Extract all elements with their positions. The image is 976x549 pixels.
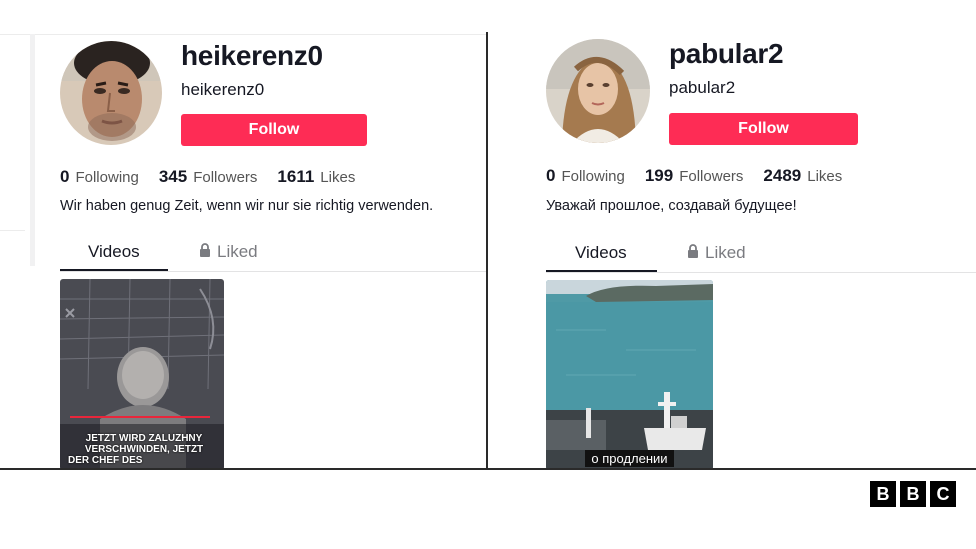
following-label[interactable]: Following — [75, 169, 138, 186]
profile-handle: heikerenz0 — [181, 80, 265, 99]
following-count: 0 — [546, 166, 556, 185]
likes-count: 1611 — [277, 167, 315, 186]
profile-bio: Wir haben genug Zeit, wenn wir nur sie r… — [60, 198, 434, 214]
followers-label[interactable]: Followers — [679, 168, 743, 185]
profile-username: pabular2 — [669, 38, 784, 69]
profile-panel-pabular2: pabular2 pabular2 Follow 0 Following 199… — [489, 0, 976, 470]
profile-stats: 0 Following 199 Followers 2489 Likes — [546, 166, 862, 186]
tab-liked[interactable]: Liked — [687, 243, 746, 263]
following-label[interactable]: Following — [561, 168, 624, 185]
lock-icon — [687, 243, 699, 263]
logo-letter: C — [930, 481, 956, 507]
video-thumbnail[interactable]: JETZT WIRD ZALUZHNY VERSCHWINDEN, JETZT … — [60, 279, 224, 470]
tab-liked-label: Liked — [217, 242, 258, 261]
avatar[interactable] — [60, 41, 162, 145]
followers-count: 199 — [644, 166, 674, 185]
video-thumbnail[interactable]: о продлении — [546, 280, 713, 470]
likes-count: 2489 — [763, 166, 802, 185]
follow-button[interactable]: Follow — [181, 114, 367, 146]
tabs-divider — [546, 272, 976, 273]
tab-liked[interactable]: Liked — [199, 242, 258, 262]
bottom-divider — [0, 468, 976, 470]
avatar[interactable] — [546, 39, 650, 143]
caption-line: VERSCHWINDEN, JETZT — [84, 444, 204, 455]
caption-line: DER CHEF DES — [68, 455, 143, 466]
logo-letter: B — [870, 481, 896, 507]
profile-panel-heikerenz0: heikerenz0 heikerenz0 Follow 0 Following… — [0, 0, 487, 470]
video-caption: JETZT WIRD ZALUZHNY VERSCHWINDEN, JETZT … — [68, 433, 220, 466]
profile-stats: 0 Following 345 Followers 1611 Likes — [60, 167, 375, 187]
tabs-divider — [60, 271, 487, 272]
followers-count: 345 — [158, 167, 188, 186]
likes-label: Likes — [807, 168, 843, 185]
caption-text: о продлении — [585, 450, 674, 467]
lock-icon — [199, 242, 211, 262]
logo-letter: B — [900, 481, 926, 507]
likes-label: Likes — [320, 169, 356, 186]
follow-button[interactable]: Follow — [669, 113, 858, 145]
panel-divider — [486, 32, 488, 470]
divider — [0, 34, 487, 35]
sidebar-edge — [30, 34, 35, 266]
tab-videos-label: Videos — [575, 243, 627, 262]
following-count: 0 — [60, 167, 70, 186]
tab-liked-label: Liked — [705, 243, 746, 262]
video-caption: о продлении — [546, 450, 713, 468]
divider — [0, 230, 25, 231]
profile-username: heikerenz0 — [181, 40, 323, 71]
profile-handle: pabular2 — [669, 78, 736, 97]
bbc-logo: B B C — [870, 481, 956, 507]
tab-videos[interactable]: Videos — [575, 243, 627, 263]
tab-videos[interactable]: Videos — [88, 242, 140, 262]
caption-line: JETZT WIRD ZALUZHNY — [85, 433, 203, 444]
profile-bio: Уважай прошлое, создавай будущее! — [546, 198, 797, 214]
followers-label[interactable]: Followers — [193, 169, 257, 186]
tab-videos-label: Videos — [88, 242, 140, 261]
